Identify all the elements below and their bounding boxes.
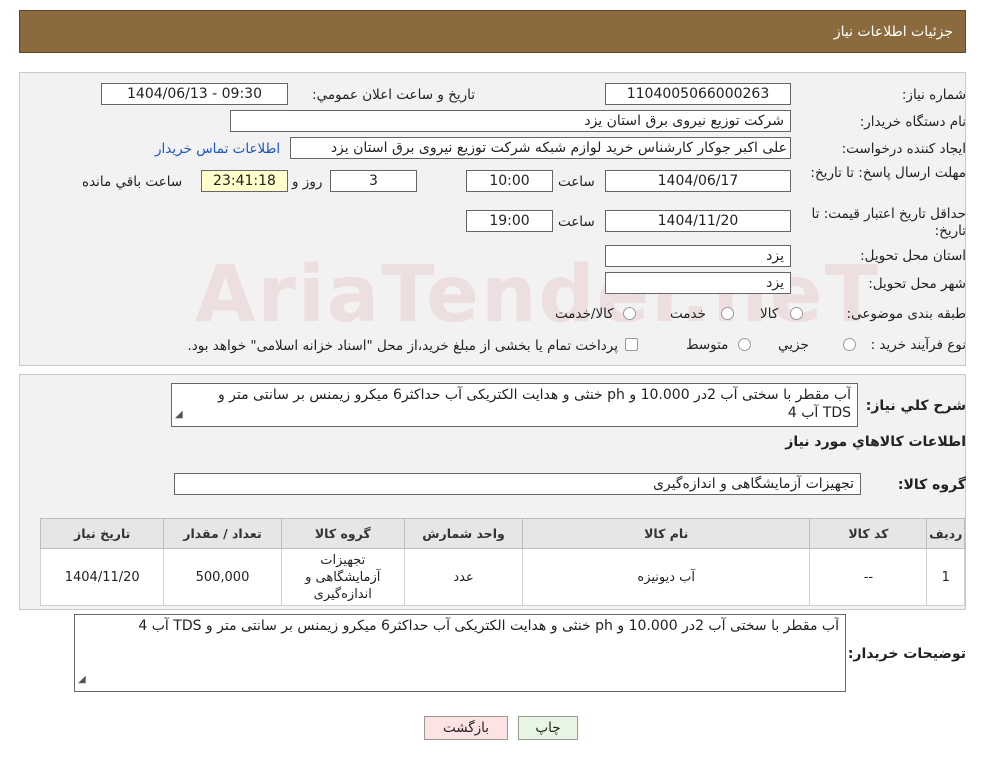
category-label: طبقه بندی موضوعی: bbox=[846, 306, 966, 322]
need-number-label: شماره نیاز: bbox=[901, 87, 966, 103]
process-option-minor: جزیي bbox=[778, 337, 809, 353]
buyer-contact-link[interactable]: اطلاعات تماس خریدار bbox=[155, 141, 280, 157]
announce-label: تاریخ و ساعت اعلان عمومي: bbox=[312, 87, 475, 103]
need-number-field: 1104005066000263 bbox=[605, 83, 791, 105]
days-label: روز و bbox=[292, 174, 323, 190]
deadline-time-field: 10:00 bbox=[466, 170, 553, 192]
cell-date: 1404/11/20 bbox=[39, 548, 165, 606]
category-option-goods: کالا bbox=[760, 306, 779, 322]
category-option-service: خدمت bbox=[670, 306, 706, 322]
buyer-field: شرکت توزیع نیروی برق استان یزد bbox=[230, 110, 791, 132]
items-table: ردیف کد کالا نام کالا واحد شمارش گروه کا… bbox=[39, 518, 965, 606]
cell-unit: عدد bbox=[403, 548, 524, 606]
deadline-date-field: 1404/06/17 bbox=[605, 170, 791, 192]
resize-handle-icon[interactable]: ◢ bbox=[78, 671, 86, 689]
buyer-label: نام دستگاه خریدار: bbox=[859, 114, 966, 130]
category-option-goods-service: کالا/خدمت bbox=[555, 306, 614, 322]
treasury-checkbox[interactable] bbox=[625, 338, 638, 351]
process-radio-minor[interactable] bbox=[843, 338, 856, 351]
col-header-date: تاریخ نیاز bbox=[39, 518, 165, 549]
category-radio-service[interactable] bbox=[721, 307, 734, 320]
time-remaining-field: 23:41:18 bbox=[201, 170, 288, 192]
requester-label: ایجاد کننده درخواست: bbox=[841, 141, 966, 157]
validity-time-field: 19:00 bbox=[466, 210, 553, 232]
category-radio-goods-service[interactable] bbox=[623, 307, 636, 320]
col-header-row: ردیف bbox=[926, 518, 965, 549]
page-header: جزئیات اطلاعات نیاز bbox=[19, 10, 966, 53]
announce-field: 1404/06/13 - 09:30 bbox=[101, 83, 288, 105]
category-radio-goods[interactable] bbox=[790, 307, 803, 320]
buyer-notes-text: آب مقطر با سختی آب 2در 10.000 و ph خنثی … bbox=[138, 618, 839, 634]
summary-line-2: TDS آب 4 bbox=[787, 405, 851, 421]
col-header-name: نام کالا bbox=[522, 518, 811, 549]
back-button[interactable]: بازگشت bbox=[424, 716, 508, 740]
process-radio-medium[interactable] bbox=[738, 338, 751, 351]
deadline-label: مهلت ارسال پاسخ: تا تاریخ: bbox=[810, 165, 966, 181]
time-remaining-label: ساعت باقي مانده bbox=[82, 174, 183, 190]
col-header-qty: تعداد / مقدار bbox=[163, 518, 282, 549]
deadline-time-label: ساعت bbox=[558, 174, 595, 190]
cell-group: تجهیزات آزمایشگاهی و اندازه‌گیری bbox=[280, 548, 405, 606]
table-header-row: ردیف کد کالا نام کالا واحد شمارش گروه کا… bbox=[39, 518, 965, 549]
col-header-code: کد کالا bbox=[809, 518, 928, 549]
goods-info-title: اطلاعات کالاهاي مورد نیاز bbox=[785, 434, 966, 450]
cell-name: آب دیونیزه bbox=[522, 548, 811, 606]
validity-label: حداقل تاریخ اعتبار قیمت: تا تاریخ: bbox=[811, 206, 966, 239]
buyer-notes-label: توضیحات خریدار: bbox=[847, 646, 966, 662]
validity-date-field: 1404/11/20 bbox=[605, 210, 791, 232]
validity-time-label: ساعت bbox=[558, 214, 595, 230]
resize-handle-icon[interactable]: ◢ bbox=[175, 406, 183, 424]
col-header-unit: واحد شمارش bbox=[403, 518, 524, 549]
cell-qty: 500,000 bbox=[163, 548, 282, 606]
buyer-notes-textarea[interactable]: آب مقطر با سختی آب 2در 10.000 و ph خنثی … bbox=[74, 614, 846, 692]
days-remaining-field: 3 bbox=[330, 170, 417, 192]
process-label: نوع فرآیند خرید : bbox=[870, 337, 966, 353]
province-field: یزد bbox=[605, 245, 791, 267]
summary-label: شرح کلي نیاز: bbox=[865, 398, 966, 414]
table-row: 1 -- آب دیونیزه عدد تجهیزات آزمایشگاهی و… bbox=[39, 548, 965, 606]
print-button[interactable]: چاپ bbox=[518, 716, 578, 740]
page-title: جزئیات اطلاعات نیاز bbox=[833, 24, 953, 40]
summary-textarea[interactable]: آب مقطر با سختی آب 2در 10.000 و ph خنثی … bbox=[171, 383, 858, 427]
goods-group-label: گروه کالا: bbox=[897, 477, 966, 493]
treasury-note: پرداخت تمام یا بخشی از مبلغ خرید،از محل … bbox=[187, 338, 618, 354]
cell-code: -- bbox=[809, 548, 928, 606]
requester-field: علی اکبر جوکار کارشناس خرید لوازم شبکه ش… bbox=[290, 137, 791, 159]
process-option-medium: متوسط bbox=[686, 337, 729, 353]
goods-group-field: تجهیزات آزمایشگاهی و اندازه‌گیری bbox=[174, 473, 861, 495]
cell-row: 1 bbox=[926, 548, 965, 606]
province-label: استان محل تحویل: bbox=[860, 248, 966, 264]
city-label: شهر محل تحویل: bbox=[868, 276, 966, 292]
city-field: یزد bbox=[605, 272, 791, 294]
summary-line-1: آب مقطر با سختی آب 2در 10.000 و ph خنثی … bbox=[217, 387, 851, 403]
col-header-group: گروه کالا bbox=[280, 518, 405, 549]
